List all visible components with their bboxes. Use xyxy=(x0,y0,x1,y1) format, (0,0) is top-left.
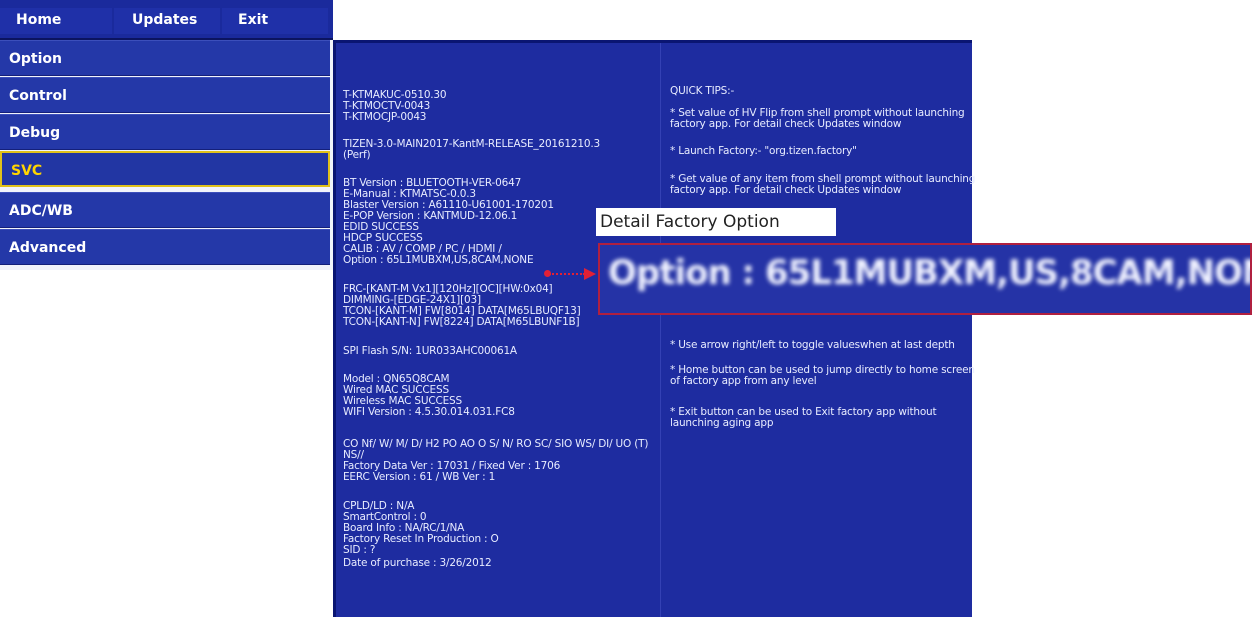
tips-heading: QUICK TIPS:- xyxy=(670,85,735,97)
factory-info-screen: T-KTMAKUC-0510.30 T-KTMOCTV-0043 T-KTMOC… xyxy=(333,40,975,617)
callout-connector-line xyxy=(549,273,585,275)
menu-item-advanced[interactable]: Advanced xyxy=(0,229,330,265)
info-line: CO Nf/ W/ M/ D/ H2 PO AO O S/ N/ RO SC/ … xyxy=(343,438,649,450)
info-line: WIFI Version : 4.5.30.014.031.FC8 xyxy=(343,406,515,418)
menu-tab-bar: Home Updates Exit xyxy=(0,0,333,40)
info-line: TCON-[KANT-N] FW[8224] DATA[M65LBUNF1B] xyxy=(343,316,580,328)
info-line: T-KTMOCJP-0043 xyxy=(343,111,427,123)
factory-menu: Home Updates Exit Option Control Debug S… xyxy=(0,0,333,270)
menu-item-option[interactable]: Option xyxy=(0,40,330,76)
tip-line: of factory app from any level xyxy=(670,375,817,387)
tip-line: * Launch Factory:- "org.tizen.factory" xyxy=(670,145,857,157)
info-line: TIZEN-3.0-MAIN2017-KantM-RELEASE_2016121… xyxy=(343,138,600,150)
tab-home[interactable]: Home xyxy=(0,8,112,34)
option-line: Option : 65L1MUBXM,US,8CAM,NONE xyxy=(343,254,534,266)
menu-item-adc-wb[interactable]: ADC/WB xyxy=(0,192,330,228)
tip-line: * Use arrow right/left to toggle valuesw… xyxy=(670,339,955,351)
callout-zoom-box: Option : 65L1MUBXM,US,8CAM,NONE xyxy=(598,243,1252,315)
tip-line: factory app. For detail check Updates wi… xyxy=(670,118,902,130)
info-line: SID : ? xyxy=(343,544,376,556)
menu-item-debug[interactable]: Debug xyxy=(0,114,330,150)
info-line: EERC Version : 61 / WB Ver : 1 xyxy=(343,471,496,483)
tab-updates[interactable]: Updates xyxy=(114,8,220,34)
info-line: SPI Flash S/N: 1UR033AHC00061A xyxy=(343,345,517,357)
info-line: Date of purchase : 3/26/2012 xyxy=(343,557,492,569)
callout-zoom-text: Option : 65L1MUBXM,US,8CAM,NONE xyxy=(608,253,1252,293)
callout-label: Detail Factory Option xyxy=(596,208,836,236)
info-line: (Perf) xyxy=(343,149,371,161)
tip-line: launching aging app xyxy=(670,417,774,429)
column-divider xyxy=(660,43,661,617)
tip-line: factory app. For detail check Updates wi… xyxy=(670,184,902,196)
menu-item-control[interactable]: Control xyxy=(0,77,330,113)
menu-item-svc[interactable]: SVC xyxy=(0,151,330,187)
tab-exit[interactable]: Exit xyxy=(222,8,328,34)
callout-arrow-icon xyxy=(584,268,596,280)
